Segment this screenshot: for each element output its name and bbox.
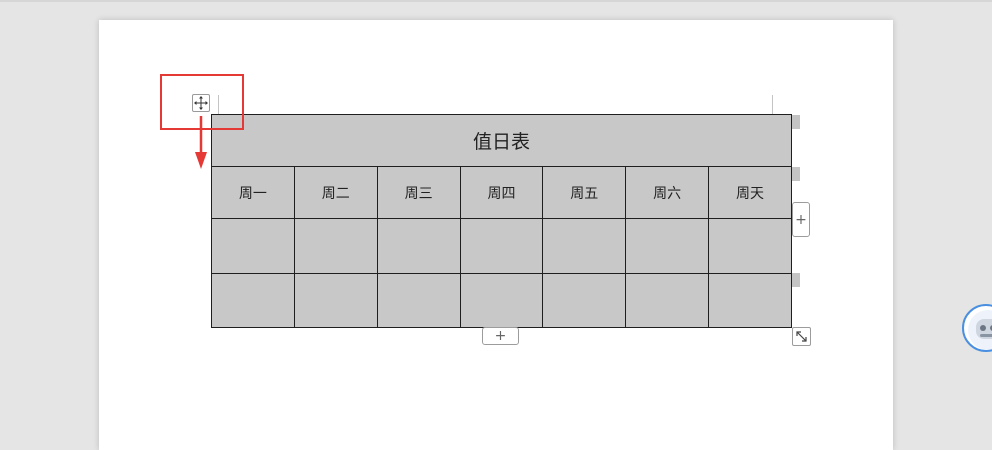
plus-icon: +: [795, 211, 807, 228]
table-cell[interactable]: [376, 218, 461, 274]
table-cell[interactable]: [542, 218, 627, 274]
down-arrow-annotation-icon: [195, 116, 207, 169]
table-resize-handle[interactable]: [792, 327, 811, 346]
window-top-edge: [0, 0, 992, 2]
weekday-header-row: 周一 周二 周三 周四 周五 周六 周天: [211, 166, 792, 220]
table-cell[interactable]: [625, 272, 710, 329]
day-cell-monday[interactable]: 周一: [211, 166, 295, 220]
assistant-avatar[interactable]: [962, 304, 992, 352]
table-cell[interactable]: [376, 272, 461, 329]
row-handle[interactable]: [792, 115, 800, 129]
resize-icon: [796, 331, 807, 342]
table-cell[interactable]: [542, 272, 627, 329]
table-cell[interactable]: [211, 272, 295, 329]
row-handle[interactable]: [792, 273, 800, 287]
table-cell[interactable]: [293, 272, 378, 329]
day-cell-wednesday[interactable]: 周三: [376, 166, 461, 220]
table-cell[interactable]: [459, 272, 544, 329]
duty-table[interactable]: 值日表 周一 周二 周三 周四 周五 周六 周天: [211, 113, 792, 329]
table-cell[interactable]: [293, 218, 378, 274]
table-cell[interactable]: [708, 218, 792, 274]
row-handle[interactable]: [792, 167, 800, 181]
table-title-cell[interactable]: 值日表: [211, 113, 792, 168]
day-cell-friday[interactable]: 周五: [542, 166, 627, 220]
day-cell-saturday[interactable]: 周六: [625, 166, 710, 220]
margin-mark-top-right-vertical: [772, 95, 773, 116]
table-cell[interactable]: [459, 218, 544, 274]
table-cell[interactable]: [708, 272, 792, 329]
add-column-button[interactable]: +: [792, 202, 810, 237]
table-cell[interactable]: [211, 218, 295, 274]
day-cell-sunday[interactable]: 周天: [708, 166, 792, 220]
day-cell-thursday[interactable]: 周四: [459, 166, 544, 220]
table-row: [211, 272, 792, 329]
title-row: 值日表: [211, 113, 792, 168]
assistant-avatar-icon: [968, 310, 992, 350]
plus-icon: +: [494, 328, 507, 344]
day-cell-tuesday[interactable]: 周二: [293, 166, 378, 220]
table-row: [211, 218, 792, 274]
add-row-button[interactable]: +: [482, 327, 519, 345]
table-cell[interactable]: [625, 218, 710, 274]
